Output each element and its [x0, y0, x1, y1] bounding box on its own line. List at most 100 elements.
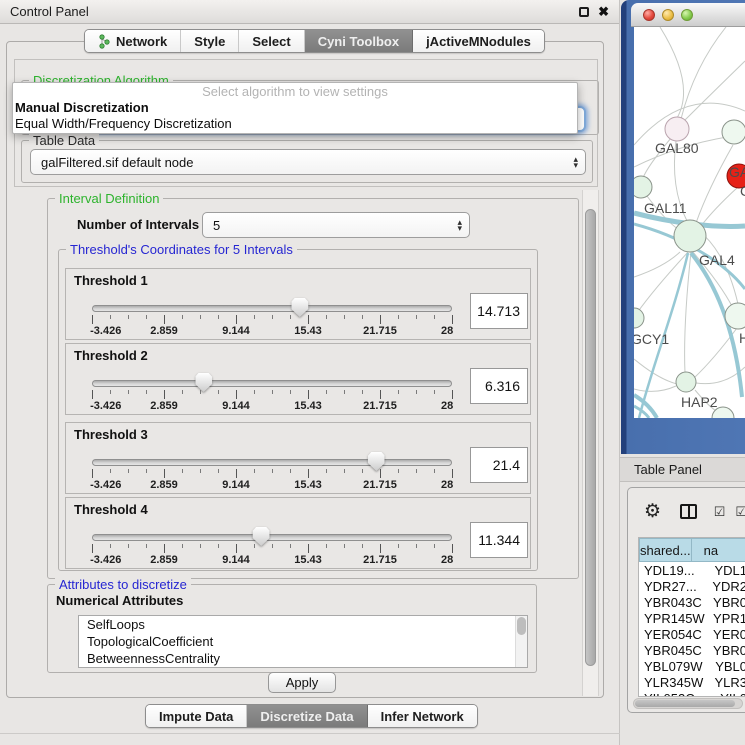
vertical-scrollbar-thumb[interactable] — [585, 209, 596, 666]
cell-shared-name[interactable]: YBR043C — [639, 595, 709, 610]
attribute-item[interactable]: TopologicalCoefficient — [79, 633, 527, 650]
table-row[interactable]: YBR043CYBR0 — [639, 594, 745, 610]
horizontal-scrollbar-thumb[interactable] — [635, 700, 735, 707]
tick-mark — [92, 469, 93, 478]
threshold-value-field[interactable]: 6.316 — [470, 368, 528, 404]
tick-mark — [200, 544, 201, 548]
slider-track[interactable] — [92, 305, 452, 312]
float-panel-icon[interactable] — [579, 7, 589, 17]
cell-name[interactable]: YER0 — [709, 627, 745, 642]
cell-shared-name[interactable]: YBL079W — [639, 659, 711, 674]
cell-name[interactable]: YIL0 — [716, 691, 745, 698]
tab-jactivemnodules[interactable]: jActiveMNodules — [413, 30, 544, 52]
cell-name[interactable]: YBR0 — [709, 643, 745, 658]
tab-infer-network[interactable]: Infer Network — [368, 705, 477, 727]
checkbox-icon[interactable]: ☑ — [714, 505, 726, 518]
cell-shared-name[interactable]: YBR045C — [639, 643, 709, 658]
threshold-value-field[interactable]: 14.713 — [470, 293, 528, 329]
number-of-intervals-value: 5 — [213, 218, 220, 233]
network-window[interactable]: GAL80 GA GAL11 GAL4 GCY1 H HAP2 C — [621, 0, 745, 454]
tick-mark — [452, 390, 453, 399]
tick-mark — [110, 390, 111, 394]
zoom-window-icon[interactable] — [681, 9, 693, 21]
cell-name[interactable]: YPR1 — [709, 611, 745, 626]
algorithm-option[interactable]: Manual Discretization — [13, 100, 577, 116]
attribute-item[interactable]: BetweennessCentrality — [79, 650, 527, 667]
threshold-value-field[interactable]: 21.4 — [470, 447, 528, 483]
tab-select[interactable]: Select — [239, 30, 304, 52]
tick-mark — [254, 315, 255, 319]
table-row[interactable]: YDR27...YDR2 — [639, 578, 745, 594]
attribute-item[interactable]: SelfLoops — [79, 616, 527, 633]
attributes-scrollbar[interactable] — [515, 616, 527, 667]
tick-label: -3.426 — [90, 400, 121, 412]
node-hap2 — [676, 372, 696, 392]
tab-style[interactable]: Style — [181, 30, 239, 52]
network-window-titlebar[interactable] — [631, 3, 745, 27]
number-of-intervals-combobox[interactable]: 5 ▴ ▾ — [202, 212, 470, 238]
cell-name[interactable]: YLR3 — [710, 675, 745, 690]
threshold-slider-2[interactable]: -3.4262.8599.14415.4321.71528 — [92, 372, 452, 414]
columns-icon[interactable] — [680, 504, 697, 519]
cell-shared-name[interactable]: YDL19... — [639, 563, 710, 578]
threshold-slider-1[interactable]: -3.4262.8599.14415.4321.71528 — [92, 297, 452, 339]
apply-button[interactable]: Apply — [268, 672, 336, 693]
threshold-slider-4[interactable]: -3.4262.8599.14415.4321.71528 — [92, 526, 452, 568]
group-title-table-data: Table Data — [29, 133, 99, 148]
cell-shared-name[interactable]: YER054C — [639, 627, 709, 642]
cell-shared-name[interactable]: YDR27... — [639, 579, 708, 594]
table-row[interactable]: YIL052CYIL0 — [639, 690, 745, 697]
settings-gear-icon[interactable]: ⚙ — [644, 502, 661, 521]
column-header-name[interactable]: na — [692, 538, 745, 562]
algorithm-option[interactable]: Equal Width/Frequency Discretization — [13, 116, 577, 132]
tab-impute-data[interactable]: Impute Data — [146, 705, 247, 727]
cell-shared-name[interactable]: YIL052C — [639, 691, 716, 698]
tick-label: 15.43 — [294, 325, 322, 337]
slider-track[interactable] — [92, 459, 452, 466]
slider-track[interactable] — [92, 534, 452, 541]
table-row[interactable]: YER054CYER0 — [639, 626, 745, 642]
minimize-window-icon[interactable] — [662, 9, 674, 21]
table-row[interactable]: YLR345WYLR3 — [639, 674, 745, 690]
tick-mark — [326, 315, 327, 319]
horizontal-scrollbar[interactable] — [633, 698, 743, 709]
cell-name[interactable]: YBR0 — [709, 595, 745, 610]
vertical-scrollbar[interactable] — [582, 190, 599, 696]
tick-mark — [290, 315, 291, 319]
tick-label: 15.43 — [294, 400, 322, 412]
table-panel-title: Table Panel — [634, 462, 702, 477]
close-panel-icon[interactable]: ✖ — [598, 5, 609, 18]
table-header-row: shared... na — [639, 538, 745, 562]
cell-shared-name[interactable]: YPR145W — [639, 611, 709, 626]
node-gal80 — [665, 117, 689, 141]
tick-label: 21.715 — [363, 479, 397, 491]
tick-mark — [164, 544, 165, 553]
threshold-value-field[interactable]: 11.344 — [470, 522, 528, 558]
threshold-slider-3[interactable]: -3.4262.8599.14415.4321.71528 — [92, 451, 452, 493]
slider-scale: -3.4262.8599.14415.4321.71528 — [92, 469, 452, 493]
numerical-attributes-list[interactable]: SelfLoopsTopologicalCoefficientBetweenne… — [78, 615, 528, 668]
tab-discretize-data[interactable]: Discretize Data — [247, 705, 367, 727]
tab-cyni-toolbox[interactable]: Cyni Toolbox — [305, 30, 413, 52]
column-header-shared-name[interactable]: shared... — [639, 538, 692, 562]
cell-name[interactable]: YDL1 — [710, 563, 745, 578]
cell-name[interactable]: YDR2 — [708, 579, 745, 594]
table-data-combobox[interactable]: galFiltered.sif default node ▴ ▾ — [30, 149, 586, 175]
slider-track[interactable] — [92, 380, 452, 387]
tick-mark — [344, 390, 345, 394]
checkbox-icon[interactable]: ☑ — [735, 505, 745, 518]
tick-mark — [362, 315, 363, 319]
table-row[interactable]: YPR145WYPR1 — [639, 610, 745, 626]
table-row[interactable]: YDL19...YDL1 — [639, 562, 745, 578]
tab-network[interactable]: Network — [85, 30, 181, 52]
cell-name[interactable]: YBL0 — [711, 659, 745, 674]
table-row[interactable]: YBL079WYBL0 — [639, 658, 745, 674]
tick-mark — [146, 469, 147, 473]
network-canvas[interactable]: GAL80 GA GAL11 GAL4 GCY1 H HAP2 C — [634, 27, 745, 418]
close-window-icon[interactable] — [643, 9, 655, 21]
cell-shared-name[interactable]: YLR345W — [639, 675, 710, 690]
table-row[interactable]: YBR045CYBR0 — [639, 642, 745, 658]
node-label-clipped: C — [740, 183, 745, 199]
tick-mark — [110, 544, 111, 548]
tick-mark — [344, 315, 345, 319]
